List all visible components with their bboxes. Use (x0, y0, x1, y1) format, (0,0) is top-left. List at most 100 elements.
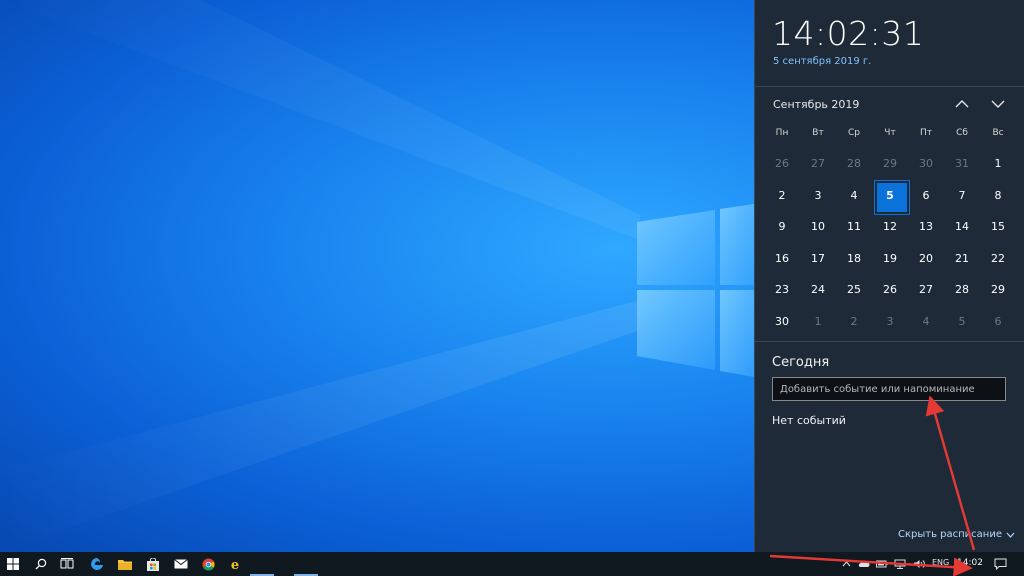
calendar-day-number: 24 (811, 283, 825, 297)
calendar-day-number: 7 (958, 188, 966, 202)
calendar-day[interactable]: 7 (944, 180, 980, 212)
calendar-day[interactable]: 29 (872, 148, 908, 180)
chevron-down-icon (1006, 532, 1015, 538)
calendar-day[interactable]: 6 (980, 306, 1016, 338)
calendar-day[interactable]: 21 (944, 243, 980, 275)
calendar-day[interactable]: 22 (980, 243, 1016, 275)
calendar-day-number: 23 (775, 283, 789, 297)
volume-tray-button[interactable] (910, 552, 928, 576)
windows-start-icon (7, 558, 19, 570)
calendar-day[interactable]: 2 (764, 180, 800, 212)
calendar-day[interactable]: 12 (872, 211, 908, 243)
calendar-day[interactable]: 3 (872, 306, 908, 338)
calendar-day[interactable]: 20 (908, 243, 944, 275)
calendar-day-number: 30 (919, 157, 933, 171)
next-month-button[interactable] (988, 94, 1008, 114)
calendar-day[interactable]: 26 (764, 148, 800, 180)
mail-icon (174, 559, 188, 569)
edge-taskbar-button[interactable] (84, 552, 110, 576)
calendar-day[interactable]: 3 (800, 180, 836, 212)
calendar-day-number: 27 (919, 283, 933, 297)
calendar-day[interactable]: 11 (836, 211, 872, 243)
weekday-label: Пт (919, 128, 932, 138)
calendar-day-today[interactable]: 5 (872, 179, 910, 214)
calendar-flyout: 14:02:31 5 сентября 2019 г. Сентябрь 201… (754, 0, 1024, 552)
calendar-day[interactable]: 10 (800, 211, 836, 243)
calendar-day-number: 28 (847, 157, 861, 171)
calendar-day[interactable]: 28 (944, 274, 980, 306)
calendar-day[interactable]: 30 (764, 306, 800, 338)
search-icon (35, 558, 47, 570)
divider (755, 86, 1024, 87)
calendar-day-number: 26 (883, 283, 897, 297)
calendar-day[interactable]: 27 (800, 148, 836, 180)
calendar-day-number: 9 (778, 220, 786, 234)
edge-icon (91, 558, 103, 570)
volume-icon (913, 560, 925, 568)
calendar-day[interactable]: 26 (872, 274, 908, 306)
flyout-date-link[interactable]: 5 сентября 2019 г. (773, 56, 871, 67)
calendar-day[interactable]: 31 (944, 148, 980, 180)
calendar-day[interactable]: 1 (800, 306, 836, 338)
start-button[interactable] (0, 552, 26, 576)
calendar-day[interactable]: 14 (944, 211, 980, 243)
divider (755, 341, 1024, 342)
chrome-taskbar-button[interactable] (195, 552, 221, 576)
calendar-day-number: 4 (922, 314, 930, 328)
file-explorer-taskbar-button[interactable] (112, 552, 138, 576)
weekday-label: Ср (848, 128, 860, 138)
calendar-day[interactable]: 17 (800, 243, 836, 275)
calendar-day[interactable]: 4 (836, 180, 872, 212)
calendar-day[interactable]: 15 (980, 211, 1016, 243)
calendar-day[interactable]: 30 (908, 148, 944, 180)
search-button[interactable] (28, 552, 54, 576)
ie-taskbar-button[interactable]: e (222, 552, 248, 576)
calendar-day[interactable]: 23 (764, 274, 800, 306)
hide-schedule-label: Скрыть расписание (898, 529, 1002, 540)
store-taskbar-button[interactable] (140, 552, 166, 576)
calendar-day[interactable]: 18 (836, 243, 872, 275)
show-hidden-icons-button[interactable] (838, 552, 854, 576)
calendar-day[interactable]: 13 (908, 211, 944, 243)
calendar-day[interactable]: 28 (836, 148, 872, 180)
input-language-indicator[interactable]: ENG (932, 558, 949, 567)
chevron-up-icon (842, 561, 850, 567)
calendar-day-number: 4 (850, 188, 858, 202)
calendar-day[interactable]: 8 (980, 180, 1016, 212)
network-icon (894, 559, 906, 569)
hide-schedule-link[interactable]: Скрыть расписание (898, 529, 1015, 540)
prev-month-button[interactable] (952, 94, 972, 114)
action-center-button[interactable] (988, 552, 1012, 576)
calendar-day-number: 18 (847, 251, 861, 265)
add-event-input[interactable] (772, 377, 1006, 401)
calendar-day[interactable]: 1 (980, 148, 1016, 180)
calendar-day-number: 14 (955, 220, 969, 234)
task-view-button[interactable] (54, 552, 80, 576)
calendar-day-number: 12 (883, 220, 897, 234)
calendar-day-number: 22 (991, 251, 1005, 265)
onedrive-icon (858, 560, 870, 567)
calendar-day[interactable]: 24 (800, 274, 836, 306)
calendar-day[interactable]: 25 (836, 274, 872, 306)
calendar-day-number: 10 (811, 220, 825, 234)
network-tray-button[interactable] (892, 552, 908, 576)
calendar-day-number: 15 (991, 220, 1005, 234)
calendar-day[interactable]: 16 (764, 243, 800, 275)
calendar-day-number: 13 (919, 220, 933, 234)
calendar-day-number: 25 (847, 283, 861, 297)
calendar-day[interactable]: 5 (944, 306, 980, 338)
calendar-day-number: 1 (994, 157, 1002, 171)
weekday-label: Чт (884, 128, 896, 138)
mail-taskbar-button[interactable] (168, 552, 194, 576)
calendar-day[interactable]: 27 (908, 274, 944, 306)
battery-tray-button[interactable] (874, 552, 890, 576)
calendar-day[interactable]: 6 (908, 180, 944, 212)
calendar-day[interactable]: 2 (836, 306, 872, 338)
month-title[interactable]: Сентябрь 2019 (773, 98, 859, 111)
onedrive-tray-button[interactable] (856, 552, 872, 576)
calendar-day[interactable]: 9 (764, 211, 800, 243)
calendar-day[interactable]: 19 (872, 243, 908, 275)
calendar-day[interactable]: 4 (908, 306, 944, 338)
calendar-day[interactable]: 29 (980, 274, 1016, 306)
taskbar-clock[interactable]: 14:02 (957, 558, 983, 568)
